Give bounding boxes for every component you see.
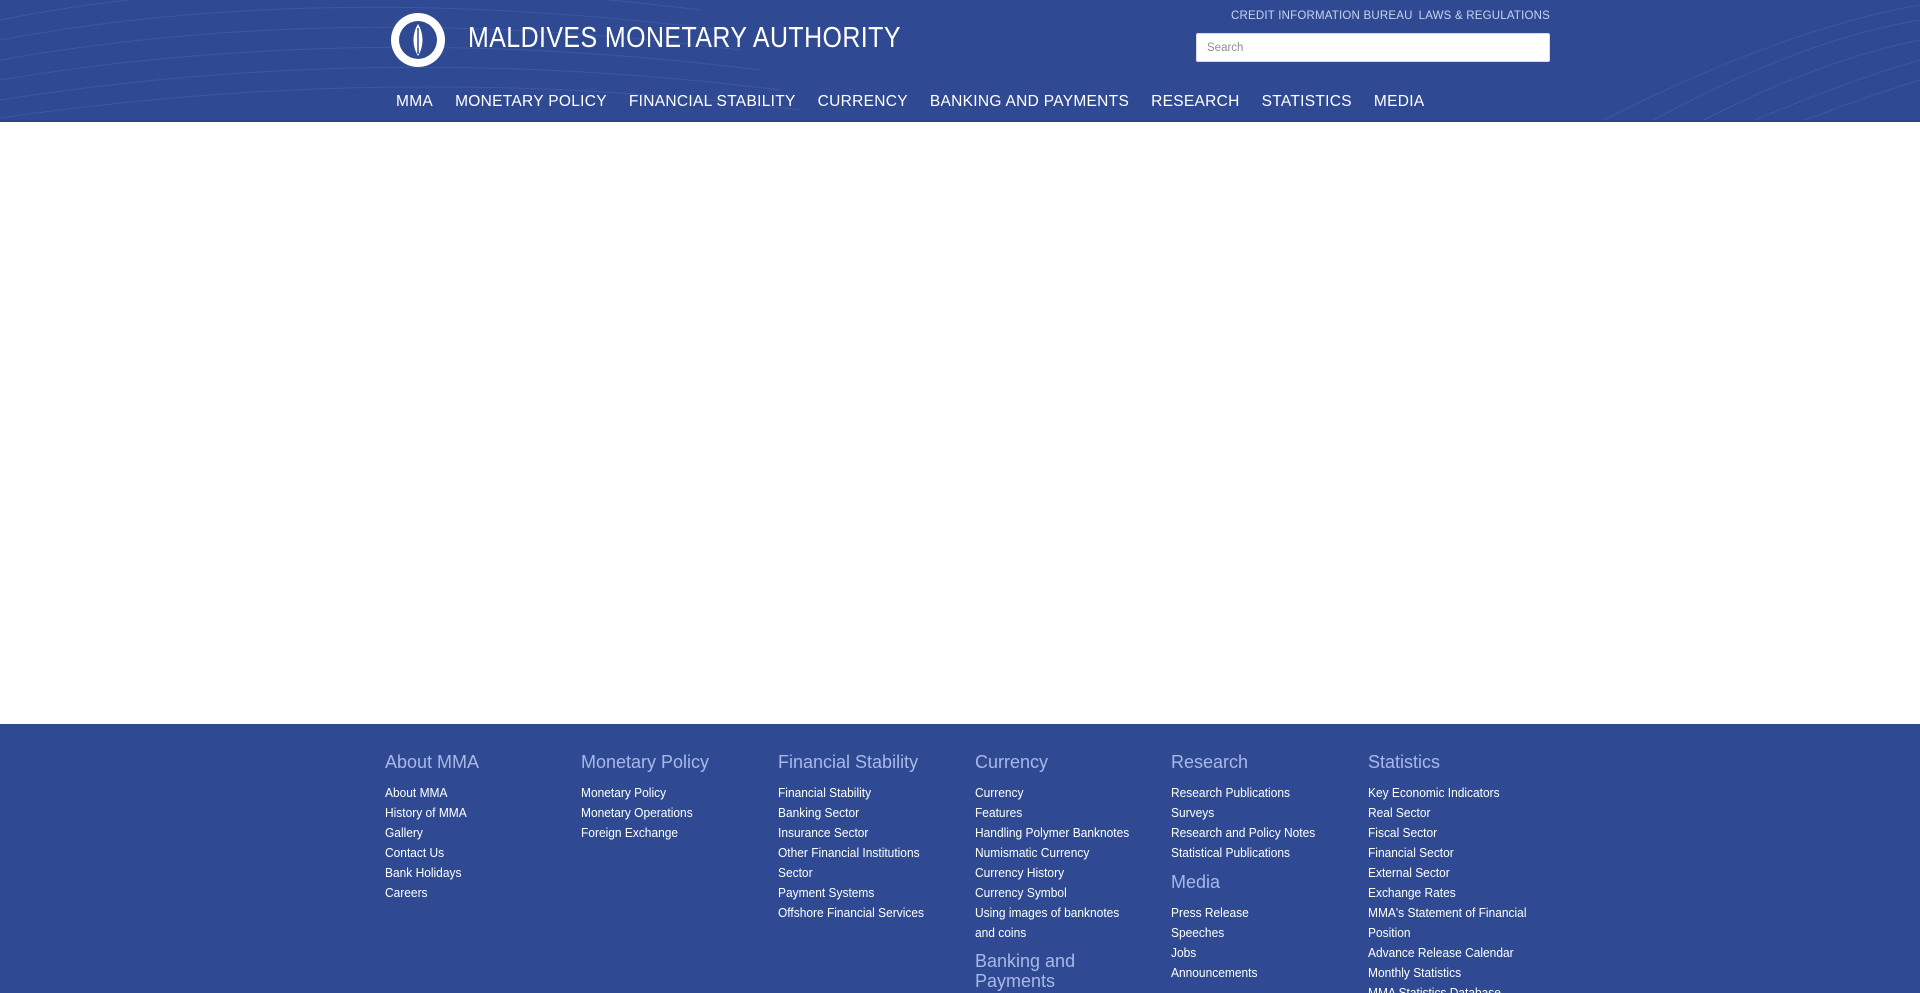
footer-link[interactable]: Fiscal Sector bbox=[1368, 823, 1535, 843]
util-link-laws-regulations[interactable]: LAWS & REGULATIONS bbox=[1419, 10, 1550, 22]
footer-link[interactable]: Speeches bbox=[1171, 923, 1346, 943]
footer-link[interactable]: Surveys bbox=[1171, 803, 1346, 823]
footer-link[interactable]: Payment Systems bbox=[778, 883, 934, 903]
footer-link[interactable]: Monthly Statistics bbox=[1368, 963, 1535, 983]
footer-column-monetary-policy: Monetary Policy Monetary Policy Monetary… bbox=[581, 751, 771, 843]
search-input[interactable] bbox=[1196, 33, 1550, 62]
footer-column-about-mma: About MMA About MMA History of MMA Galle… bbox=[385, 751, 575, 903]
footer-link[interactable]: Financial Stability bbox=[778, 783, 934, 803]
site-footer: About MMA About MMA History of MMA Galle… bbox=[0, 724, 1920, 993]
footer-link[interactable]: Offshore Financial Services bbox=[778, 903, 934, 923]
footer-link[interactable]: Key Economic Indicators bbox=[1368, 783, 1535, 803]
mma-seal-logo-icon[interactable] bbox=[390, 12, 446, 68]
utility-links: CREDIT INFORMATION BUREAU LAWS & REGULAT… bbox=[1231, 10, 1550, 22]
nav-item-monetary-policy[interactable]: MONETARY POLICY bbox=[455, 93, 607, 113]
nav-item-currency[interactable]: CURRENCY bbox=[818, 93, 908, 113]
site-header: MALDIVES MONETARY AUTHORITY CREDIT INFOR… bbox=[0, 0, 1920, 122]
footer-link[interactable]: Numismatic Currency bbox=[975, 843, 1136, 863]
footer-link[interactable]: Insurance Sector bbox=[778, 823, 934, 843]
footer-heading[interactable]: Monetary Policy bbox=[581, 751, 771, 773]
footer-link[interactable]: Exchange Rates bbox=[1368, 883, 1535, 903]
footer-link[interactable]: Bank Holidays bbox=[385, 863, 560, 883]
footer-link[interactable]: Real Sector bbox=[1368, 803, 1535, 823]
nav-item-statistics[interactable]: STATISTICS bbox=[1262, 93, 1352, 113]
footer-link[interactable]: Handling Polymer Banknotes bbox=[975, 823, 1136, 843]
nav-item-financial-stability[interactable]: FINANCIAL STABILITY bbox=[629, 93, 796, 113]
footer-heading[interactable]: Statistics bbox=[1368, 751, 1550, 773]
footer-subheading-banking-and-payments[interactable]: Banking and Payments bbox=[975, 951, 1085, 991]
footer-link[interactable]: Currency bbox=[975, 783, 1136, 803]
footer-link[interactable]: Gallery bbox=[385, 823, 560, 843]
footer-link[interactable]: Contact Us bbox=[385, 843, 560, 863]
site-title[interactable]: MALDIVES MONETARY AUTHORITY bbox=[468, 22, 901, 55]
footer-link[interactable]: Financial Sector bbox=[1368, 843, 1535, 863]
footer-link[interactable]: About MMA bbox=[385, 783, 560, 803]
footer-column-currency: Currency Currency Features Handling Poly… bbox=[975, 751, 1150, 993]
util-link-credit-information-bureau[interactable]: CREDIT INFORMATION BUREAU bbox=[1231, 10, 1413, 22]
footer-link[interactable]: Press Release bbox=[1171, 903, 1346, 923]
footer-heading[interactable]: Financial Stability bbox=[778, 751, 948, 773]
footer-link[interactable]: MMA Statistics Database bbox=[1368, 983, 1535, 993]
nav-item-media[interactable]: MEDIA bbox=[1374, 93, 1425, 113]
footer-heading[interactable]: About MMA bbox=[385, 751, 575, 773]
footer-link[interactable]: Monetary Operations bbox=[581, 803, 756, 823]
footer-link[interactable]: Foreign Exchange bbox=[581, 823, 756, 843]
main-content bbox=[0, 122, 1920, 724]
nav-item-banking-and-payments[interactable]: BANKING AND PAYMENTS bbox=[930, 93, 1129, 113]
footer-link[interactable]: Research Publications bbox=[1171, 783, 1346, 803]
footer-link[interactable]: Features bbox=[975, 803, 1136, 823]
footer-link[interactable]: Announcements bbox=[1171, 963, 1346, 983]
nav-item-research[interactable]: RESEARCH bbox=[1151, 93, 1240, 113]
footer-link[interactable]: Banking Sector bbox=[778, 803, 934, 823]
footer-link[interactable]: Using images of banknotes and coins bbox=[975, 903, 1136, 943]
nav-item-mma[interactable]: MMA bbox=[396, 93, 433, 113]
footer-link[interactable]: History of MMA bbox=[385, 803, 560, 823]
footer-link[interactable]: Advance Release Calendar bbox=[1368, 943, 1535, 963]
footer-link[interactable]: Other Financial Institutions Sector bbox=[778, 843, 934, 883]
footer-link[interactable]: Currency History bbox=[975, 863, 1136, 883]
footer-link[interactable]: MMA's Statement of Financial Position bbox=[1368, 903, 1535, 943]
footer-link[interactable]: Currency Symbol bbox=[975, 883, 1136, 903]
footer-column-financial-stability: Financial Stability Financial Stability … bbox=[778, 751, 948, 923]
footer-column-statistics: Statistics Key Economic Indicators Real … bbox=[1368, 751, 1550, 993]
footer-link[interactable]: Careers bbox=[385, 883, 560, 903]
footer-subheading-media[interactable]: Media bbox=[1171, 871, 1361, 893]
footer-heading[interactable]: Currency bbox=[975, 751, 1150, 773]
footer-link[interactable]: Monetary Policy bbox=[581, 783, 756, 803]
footer-heading[interactable]: Research bbox=[1171, 751, 1361, 773]
footer-link[interactable]: Jobs bbox=[1171, 943, 1346, 963]
footer-link[interactable]: External Sector bbox=[1368, 863, 1535, 883]
footer-column-research: Research Research Publications Surveys R… bbox=[1171, 751, 1361, 983]
footer-link[interactable]: Research and Policy Notes bbox=[1171, 823, 1346, 843]
footer-link[interactable]: Statistical Publications bbox=[1171, 843, 1346, 863]
main-nav: MMA MONETARY POLICY FINANCIAL STABILITY … bbox=[396, 93, 1424, 113]
